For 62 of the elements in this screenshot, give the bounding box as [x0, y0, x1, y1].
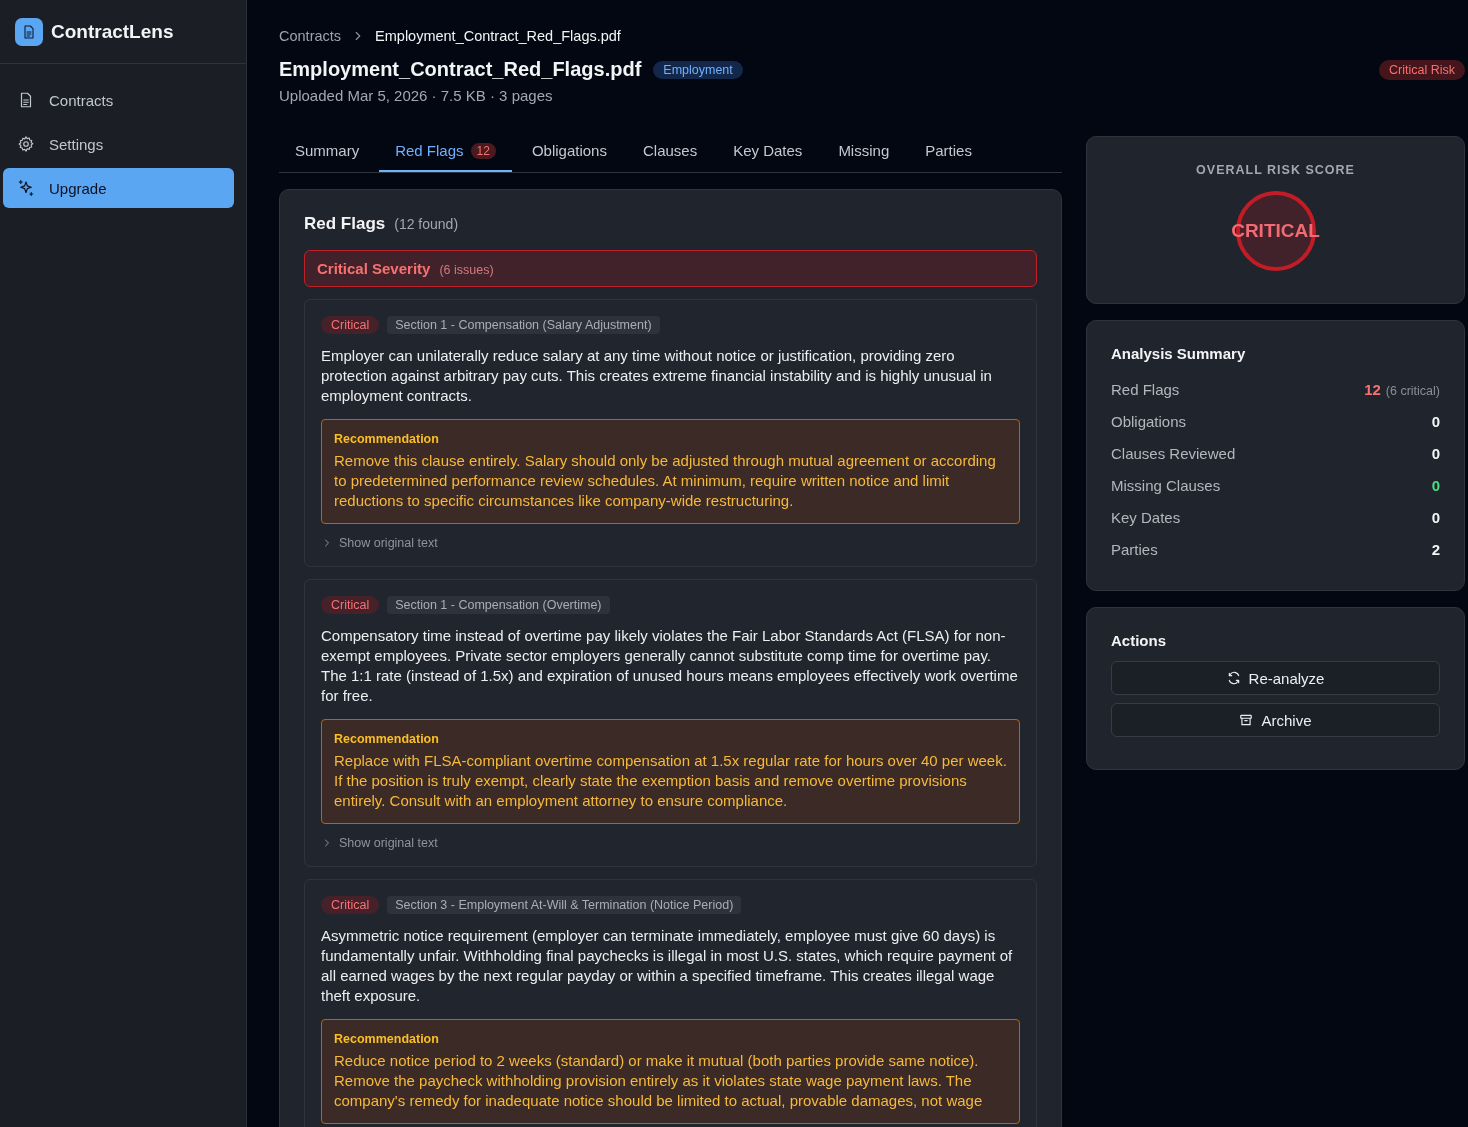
breadcrumb-link[interactable]: Employment_Contract_Red_Flags.pdf: [375, 28, 621, 44]
action-button[interactable]: Re-analyze: [1111, 661, 1440, 695]
section-tag: Section 1 - Compensation (Overtime): [387, 596, 610, 614]
show-original-link[interactable]: Show original text: [321, 536, 1020, 550]
flag-description: Compensatory time instead of overtime pay likely violates the Fair Labor Standards Act (FLSA) for non-exempt employees. Private sector employers generally cannot substitute comp time for overtime pay. The 1:1 rate (instead of 1.5x) and expiration of unused hours means employees effectively work overtime for free.: [321, 626, 1019, 706]
card-title: OVERALL RISK SCORE: [1196, 163, 1355, 177]
recommendation-text: Replace with FLSA-compliant overtime compensation at 1.5x regular rate for hours over 40 per week. If the position is truly exempt, clearly state the exemption basis and remove overtime provisions entirely. Consult with an employment attorney to ensure compliance.: [334, 751, 1007, 811]
summary-label: Obligations: [1111, 412, 1187, 432]
card-title: Actions: [1111, 632, 1167, 649]
sidebar-item[interactable]: Contracts: [3, 80, 234, 120]
recommendation-text: Reduce notice period to 2 weeks (standard) or make it mutual (both parties provide same notice). Remove the paycheck withholding provision entirely as it violates state wage payment laws. The company's remedy for inadequate notice should be limited to actual, provable damages, not wage: [334, 1051, 984, 1111]
breadcrumb-link[interactable]: Contracts: [279, 28, 342, 44]
archive-icon: [1239, 713, 1254, 727]
app-name: ContractLens: [51, 20, 174, 43]
sidebar-item[interactable]: Settings: [3, 124, 234, 164]
count-badge: 12: [470, 142, 496, 159]
section-tag: Section 3 - Employment At-Will & Termination (Notice Period): [387, 896, 742, 914]
severity-title: Critical Severity: [317, 260, 431, 277]
summary-value: 12: [1364, 381, 1381, 398]
tab[interactable]: Parties: [909, 133, 988, 172]
summary-label: Missing Clauses: [1111, 476, 1221, 496]
panel-title: Red Flags: [304, 214, 386, 234]
flag-description: Employer can unilaterally reduce salary at any time without notice or justification, providing zero protection against arbitrary pay cuts. This creates extreme financial instability and is highly unusual in employment contracts.: [321, 346, 993, 406]
severity-tag: Critical: [321, 596, 380, 614]
tab[interactable]: Summary: [279, 133, 376, 172]
settings-icon: [17, 135, 35, 153]
summary-value: 0: [1431, 509, 1440, 526]
summary-label: Key Dates: [1111, 508, 1181, 528]
tab[interactable]: Red Flags 12: [379, 133, 512, 172]
sidebar-item[interactable]: Upgrade: [3, 168, 234, 208]
document-title: Employment_Contract_Red_Flags.pdf: [279, 58, 642, 81]
summary-value: 0: [1431, 413, 1440, 430]
recommendation-title: Recommendation: [334, 432, 440, 446]
refresh-icon: [1226, 671, 1241, 685]
tab[interactable]: Missing: [822, 133, 906, 172]
recommendation-text: Remove this clause entirely. Salary should only be adjusted through mutual agreement or according to predetermined performance review schedules. At minimum, require written notice and limit reductions to specific circumstances like company-wide restructuring.: [334, 451, 997, 511]
summary-label: Red Flags: [1111, 380, 1180, 400]
summary-label: Parties: [1111, 540, 1158, 560]
tab[interactable]: Obligations: [515, 133, 623, 172]
severity-tag: Critical: [321, 896, 380, 914]
issue-count: (6 issues): [439, 263, 494, 277]
logo-icon: [15, 17, 43, 46]
action-button[interactable]: Archive: [1111, 703, 1440, 737]
flag-count: (12 found): [394, 216, 459, 232]
summary-value: 0: [1431, 477, 1440, 494]
summary-note: (6 critical): [1385, 384, 1440, 398]
tab[interactable]: Clauses: [626, 133, 714, 172]
summary-label: Clauses Reviewed: [1111, 444, 1236, 464]
flag-description: Asymmetric notice requirement (employer can terminate immediately, employee must give 60 days) is fundamentally unfair. Withholding final paychecks is illegal in most U.S. states, which require payment of all earned wages by the next regular payday or within a specified timeframe. This creates illegal wage theft exposure.: [321, 926, 1014, 1006]
show-original-link[interactable]: Show original text: [321, 836, 1020, 850]
risk-badge: Critical Risk: [1379, 60, 1465, 80]
severity-tag: Critical: [321, 316, 380, 334]
section-tag: Section 1 - Compensation (Salary Adjustment): [387, 316, 660, 334]
sparkle-icon: [17, 179, 35, 197]
category-tag: Employment: [653, 60, 743, 79]
summary-value: 2: [1431, 541, 1440, 558]
document-meta: Uploaded Mar 5, 2026 · 7.5 KB · 3 pages: [279, 87, 554, 104]
card-title: Analysis Summary: [1111, 345, 1247, 362]
recommendation-title: Recommendation: [334, 1032, 440, 1046]
summary-value: 0: [1431, 445, 1440, 462]
tab[interactable]: Key Dates: [717, 133, 819, 172]
recommendation-title: Recommendation: [334, 732, 440, 746]
